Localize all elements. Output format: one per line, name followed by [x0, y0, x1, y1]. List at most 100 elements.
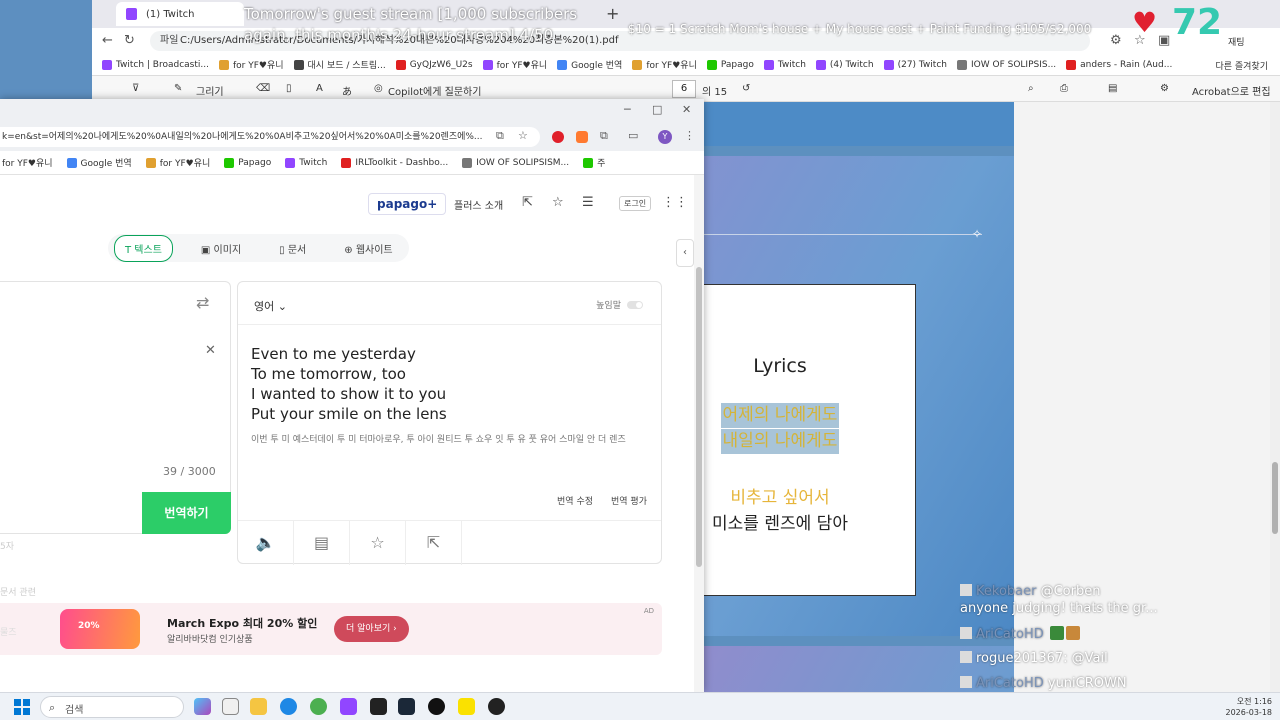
acrobat-edit-button[interactable]: Acrobat으로 편집 [1192, 83, 1271, 98]
tab-website[interactable]: ⊕ 웹사이트 [334, 236, 402, 261]
tab-text[interactable]: T 텍스트 [114, 234, 173, 262]
target-language-select[interactable]: 영어 ⌄ [254, 298, 287, 314]
favorite-star-icon[interactable]: ☆ [350, 521, 406, 565]
edit-translation-link[interactable]: 번역 수정 [557, 494, 593, 507]
draw-label[interactable]: 그리기 [196, 83, 224, 98]
apps-grid-icon[interactable]: ⋮⋮ [662, 195, 688, 210]
bookmark-star-icon[interactable]: ☆ [518, 129, 528, 142]
bookmark-item[interactable]: Twitch [285, 157, 331, 168]
clear-source-icon[interactable]: ✕ [205, 343, 216, 358]
print-icon[interactable]: ⎙ [1060, 83, 1068, 94]
copilot-ask-button[interactable]: Copilot에게 질문하기 [388, 83, 481, 98]
bookmark-item[interactable]: for YF♥유니 [145, 156, 215, 169]
save-icon[interactable]: ▤ [1108, 83, 1117, 94]
bookmark-item[interactable]: IOW OF SOLIPSIS... [956, 59, 1060, 70]
bookmark-item[interactable]: 주 [583, 156, 609, 169]
taskbar-search-box[interactable]: ⌕ 검색 [40, 696, 184, 718]
back-icon[interactable]: ← [102, 33, 113, 48]
plus-intro-link[interactable]: 플러스 소개 [454, 197, 503, 212]
bookmark-item[interactable]: for YF♥유니 [218, 58, 288, 71]
bookmark-item[interactable]: for YF♥유니 [2, 156, 57, 169]
twitch-app-icon[interactable] [340, 698, 357, 715]
toggle-switch[interactable] [627, 300, 643, 309]
bookmark-item[interactable]: IOW OF SOLIPSISM... [462, 157, 573, 168]
extensions-puzzle-icon[interactable]: ⧉ [600, 129, 608, 143]
obs-app-icon[interactable] [428, 698, 445, 715]
settings-icon[interactable]: ⚙ [1160, 83, 1169, 94]
collections-icon[interactable]: ▣ [1158, 33, 1170, 48]
bookmark-item[interactable]: Twitch [763, 59, 810, 70]
taskbar-clock[interactable]: 오전 1:16 2026-03-18 [1226, 696, 1273, 718]
draw-icon[interactable]: ✎ [174, 83, 182, 94]
bookmark-item[interactable]: Google 번역 [66, 156, 136, 169]
bookmark-item[interactable]: Twitch | Broadcasti... [102, 59, 213, 70]
swap-languages-icon[interactable]: ⇄ [196, 293, 209, 312]
translate-icon[interactable]: あ [342, 83, 352, 98]
search-app-icon[interactable] [222, 698, 239, 715]
papago-logo[interactable]: papago+ [368, 193, 447, 215]
maximize-icon[interactable]: □ [652, 103, 662, 116]
menu-dots-icon[interactable]: ⋮ [684, 129, 695, 142]
extension-icon[interactable] [552, 131, 564, 143]
login-button[interactable]: 로그인 [619, 196, 652, 211]
rate-translation-link[interactable]: 번역 평가 [611, 494, 647, 507]
bookmark-item[interactable]: IRLToolkit - Dashbo... [341, 157, 452, 168]
translate-button[interactable]: 번역하기 [142, 492, 231, 534]
favorites-star-icon[interactable]: ☆ [552, 195, 564, 210]
bookmark-item[interactable]: 대시 보드 / 스트림... [293, 58, 390, 71]
other-favorites-link[interactable]: 다른 즐겨찾기 [1215, 59, 1268, 72]
minimize-icon[interactable]: ─ [624, 103, 631, 116]
tab-document[interactable]: ▯ 문서 [269, 236, 316, 261]
bookmark-item[interactable]: for YF♥유니 [482, 58, 552, 71]
bookmark-item[interactable]: Papago [224, 157, 275, 168]
app-icon[interactable] [488, 698, 505, 715]
honorific-toggle[interactable]: 높임말 [596, 298, 643, 311]
fg-scrollbar[interactable] [694, 175, 704, 692]
bookmark-item[interactable]: GyQJzW6_U2s [395, 59, 477, 70]
chrome-browser-icon[interactable] [310, 698, 327, 715]
bookmark-item[interactable]: anders - Rain (Aud... [1066, 59, 1176, 70]
character-count: 39 / 3000 [163, 465, 216, 478]
refresh-icon[interactable]: ↻ [124, 33, 135, 48]
steam-app-icon[interactable] [398, 698, 415, 715]
speaker-icon[interactable]: 🔈 [238, 521, 294, 565]
profile-label[interactable]: 재팅 [1228, 35, 1245, 48]
screenshot-icon[interactable]: ⧉ [496, 129, 504, 143]
filter-icon[interactable]: ⊽ [132, 83, 139, 94]
bookmark-item[interactable]: for YF♥유니 [632, 58, 701, 71]
file-explorer-icon[interactable] [250, 698, 267, 715]
copilot-icon[interactable]: ◎ [374, 83, 383, 94]
bookmark-item[interactable]: Google 번역 [557, 58, 626, 71]
close-icon[interactable]: ✕ [682, 103, 691, 116]
page-view-icon[interactable]: ▯ [286, 83, 292, 94]
share-icon[interactable]: ⇱ [406, 521, 462, 565]
copilot-app-icon[interactable] [194, 698, 211, 715]
rotate-icon[interactable]: ↺ [742, 83, 750, 94]
windows-start-icon[interactable] [14, 699, 30, 715]
kakaotalk-app-icon[interactable] [458, 698, 475, 715]
fg-url-field[interactable]: k=en&st=어제의%20나에게도%20%0A내일의%20나에게도%20%0A… [0, 127, 540, 147]
edge-browser-icon[interactable] [280, 698, 297, 715]
search-icon[interactable]: ⌕ [1028, 83, 1034, 94]
nzxt-app-icon[interactable] [370, 698, 387, 715]
ad-banner[interactable]: 물즈 20% March Expo 최대 20% 할인 알리바바닷컴 인기상품 … [0, 603, 662, 655]
ad-learn-more-button[interactable]: 더 알아보기 › [334, 616, 409, 642]
bg-scrollbar-thumb[interactable] [1272, 462, 1278, 534]
bg-tab-twitch[interactable]: (1) Twitch [116, 2, 244, 26]
copy-icon[interactable]: ▤ [294, 521, 350, 565]
collapse-side-icon[interactable]: ‹ [676, 239, 694, 267]
panel-icon[interactable]: ▭ [628, 129, 638, 142]
profile-avatar[interactable]: Y [658, 130, 672, 144]
settings-sliders-icon[interactable]: ☰ [582, 195, 594, 210]
page-number-input[interactable]: 6 [672, 80, 696, 98]
bookmark-item[interactable]: Papago [706, 59, 758, 70]
extension-icon[interactable] [576, 131, 588, 143]
share-icon[interactable]: ⇱ [522, 195, 533, 210]
bookmark-item[interactable]: (27) Twitch [883, 59, 951, 70]
bookmark-item[interactable]: (4) Twitch [815, 59, 878, 70]
read-aloud-icon[interactable]: A [316, 83, 323, 94]
tab-image[interactable]: ▣ 이미지 [191, 236, 251, 261]
extensions-icon[interactable]: ⚙ [1110, 33, 1122, 48]
eraser-icon[interactable]: ⌫ [256, 83, 270, 94]
fg-scrollbar-thumb[interactable] [696, 267, 702, 567]
